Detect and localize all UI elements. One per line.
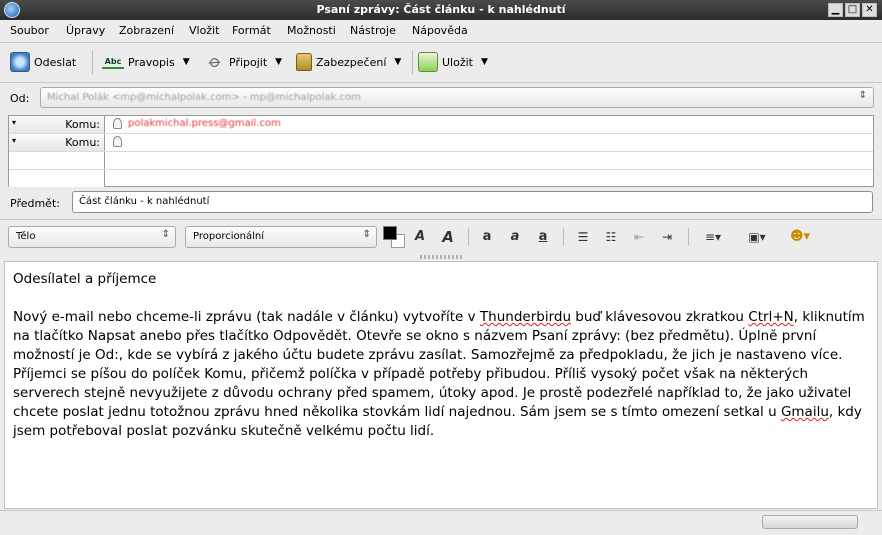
underline-icon[interactable]: a bbox=[533, 227, 553, 247]
close-button[interactable]: ✕ bbox=[862, 3, 877, 17]
outdent-icon[interactable]: ⇤ bbox=[629, 227, 649, 247]
misspelled-word[interactable]: Ctrl+N bbox=[748, 309, 793, 325]
recipient-address: polakmichal.press@gmail.com bbox=[128, 118, 281, 129]
chevron-down-icon[interactable]: ▼ bbox=[183, 57, 190, 67]
numbered-list-icon[interactable]: ☷ bbox=[601, 227, 621, 247]
toolbar-separator bbox=[412, 51, 413, 75]
subject-row: Předmět: Část článku - k nahlédnutí bbox=[0, 191, 882, 215]
minimize-button[interactable]: ▁ bbox=[828, 3, 843, 17]
menu-insert[interactable]: Vložit bbox=[189, 24, 219, 37]
message-body-editor[interactable]: Odesílatel a příjemce Nový e-mail nebo c… bbox=[4, 261, 878, 509]
menu-format[interactable]: Formát bbox=[232, 24, 271, 37]
chevron-down-icon[interactable]: ▼ bbox=[394, 57, 401, 67]
bold-icon[interactable]: a bbox=[477, 227, 497, 247]
toolbar-separator bbox=[688, 228, 689, 246]
toolbar-divider bbox=[0, 82, 882, 83]
paragraph-format-value: Tělo bbox=[16, 231, 36, 242]
indent-icon[interactable]: ⇥ bbox=[657, 227, 677, 247]
message-heading: Odesílatel a příjemce bbox=[13, 271, 157, 287]
text-run: buď klávesovou zkratkou bbox=[571, 309, 749, 325]
from-account-select[interactable]: Michal Polák <mp@michalpolak.com> - mp@m… bbox=[40, 87, 874, 108]
dropdown-arrow-icon: ▾ bbox=[12, 118, 17, 127]
recipient-address-field[interactable] bbox=[113, 136, 128, 147]
send-icon bbox=[10, 52, 30, 72]
smiley-icon[interactable]: ☻▾ bbox=[784, 227, 816, 247]
recipient-row: ▾ Komu: polakmichal.press@gmail.com bbox=[9, 116, 873, 134]
send-label: Odeslat bbox=[34, 55, 77, 69]
splitter-grip[interactable] bbox=[420, 255, 464, 259]
spell-check-button[interactable]: Abc Pravopis ▼ bbox=[102, 51, 190, 73]
from-label: Od: bbox=[10, 92, 30, 105]
chevron-down-icon[interactable]: ▼ bbox=[275, 57, 282, 67]
status-bar bbox=[0, 510, 882, 535]
spell-check-icon: Abc bbox=[102, 55, 124, 69]
lock-icon bbox=[296, 53, 312, 71]
align-icon[interactable]: ≡▾ bbox=[698, 227, 728, 247]
contact-icon bbox=[113, 136, 122, 147]
save-download-icon bbox=[418, 52, 438, 72]
subject-label: Předmět: bbox=[10, 197, 60, 210]
security-label: Zabezpečení bbox=[316, 55, 387, 69]
recipient-type-empty bbox=[9, 170, 105, 187]
updown-icon: ⇕ bbox=[161, 229, 170, 240]
updown-icon: ⇕ bbox=[858, 90, 867, 101]
menu-file[interactable]: Soubor bbox=[10, 24, 49, 37]
compose-toolbar: Odeslat Abc Pravopis ▼ ⌀ Připojit ▼ Zabe… bbox=[0, 43, 882, 81]
menu-tools[interactable]: Nástroje bbox=[350, 24, 396, 37]
text-run: , kliknutím na tlačítko Napsat anebo pře… bbox=[13, 309, 865, 420]
subject-input[interactable]: Část článku - k nahlédnutí bbox=[72, 191, 873, 213]
updown-icon: ⇕ bbox=[362, 229, 371, 240]
recipient-type-select[interactable]: ▾ Komu: bbox=[9, 134, 105, 151]
format-toolbar: Tělo ⇕ Proporcionální ⇕ A A a a a ☰ ☷ ⇤ … bbox=[0, 222, 882, 252]
security-button[interactable]: Zabezpečení ▼ bbox=[296, 51, 401, 73]
save-button[interactable]: Uložit ▼ bbox=[418, 51, 488, 73]
bullet-list-icon[interactable]: ☰ bbox=[573, 227, 593, 247]
recipient-type-label: Komu: bbox=[65, 118, 100, 131]
maximize-button[interactable]: □ bbox=[845, 3, 860, 17]
italic-icon[interactable]: a bbox=[505, 227, 525, 247]
title-bar: Psaní zprávy: Část článku - k nahlédnutí… bbox=[0, 0, 882, 20]
recipient-row-empty[interactable] bbox=[9, 170, 873, 188]
menu-bar: Soubor Úpravy Zobrazení Vložit Formát Mo… bbox=[0, 20, 882, 42]
dropdown-arrow-icon: ▾ bbox=[12, 136, 17, 145]
menu-help[interactable]: Nápověda bbox=[412, 24, 468, 37]
recipient-address-field[interactable]: polakmichal.press@gmail.com bbox=[113, 118, 281, 129]
toolbar-separator bbox=[92, 51, 93, 75]
recipient-row: ▾ Komu: bbox=[9, 134, 873, 152]
text-color-swatch[interactable] bbox=[383, 226, 397, 240]
font-larger-icon[interactable]: A bbox=[438, 227, 458, 247]
paperclip-icon: ⌀ bbox=[204, 51, 226, 73]
menu-options[interactable]: Možnosti bbox=[287, 24, 336, 37]
contact-icon bbox=[113, 118, 122, 129]
message-paragraph: Nový e-mail nebo chceme-li zprávu (tak n… bbox=[13, 308, 871, 441]
subject-divider bbox=[0, 219, 882, 220]
menu-view[interactable]: Zobrazení bbox=[119, 24, 174, 37]
send-button[interactable]: Odeslat bbox=[10, 51, 76, 73]
chevron-down-icon[interactable]: ▼ bbox=[481, 57, 488, 67]
attach-button[interactable]: ⌀ Připojit ▼ bbox=[205, 51, 282, 73]
misspelled-word[interactable]: Gmailu bbox=[781, 404, 829, 420]
recipient-row-empty[interactable] bbox=[9, 152, 873, 170]
recipient-list: ▾ Komu: polakmichal.press@gmail.com ▾ Ko… bbox=[8, 115, 874, 187]
misspelled-word[interactable]: Thunderbirdu bbox=[480, 309, 571, 325]
font-smaller-icon[interactable]: A bbox=[410, 227, 430, 247]
from-row: Od: Michal Polák <mp@michalpolak.com> - … bbox=[0, 86, 882, 110]
save-label: Uložit bbox=[442, 55, 473, 69]
paragraph-format-select[interactable]: Tělo ⇕ bbox=[8, 226, 176, 248]
progress-meter bbox=[762, 515, 858, 529]
toolbar-separator bbox=[468, 228, 469, 246]
font-select[interactable]: Proporcionální ⇕ bbox=[185, 226, 377, 248]
insert-image-icon[interactable]: ▣▾ bbox=[741, 227, 773, 247]
window-title: Psaní zprávy: Část článku - k nahlédnutí bbox=[316, 3, 566, 16]
from-account-value: Michal Polák <mp@michalpolak.com> - mp@m… bbox=[47, 92, 361, 103]
attach-label: Připojit bbox=[229, 55, 268, 69]
recipient-type-select[interactable]: ▾ Komu: bbox=[9, 116, 105, 133]
font-value: Proporcionální bbox=[193, 231, 264, 242]
toolbar-separator bbox=[563, 228, 564, 246]
spell-check-label: Pravopis bbox=[128, 55, 175, 69]
recipient-type-empty bbox=[9, 152, 105, 169]
text-run: Nový e-mail nebo chceme-li zprávu (tak n… bbox=[13, 309, 480, 325]
recipient-type-label: Komu: bbox=[65, 136, 100, 149]
menu-edit[interactable]: Úpravy bbox=[66, 24, 105, 37]
